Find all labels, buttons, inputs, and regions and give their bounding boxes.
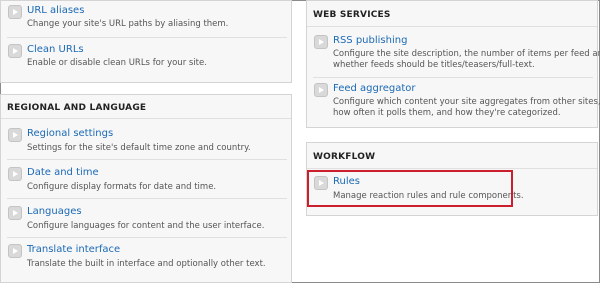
admin-item-translate-interface[interactable]: Translate interface Translate the built … bbox=[8, 244, 288, 270]
panel-title: WORKFLOW bbox=[313, 152, 376, 162]
regional-language-panel: REGIONAL AND LANGUAGE Regional settings … bbox=[0, 94, 292, 283]
chevron-right-icon bbox=[8, 5, 22, 19]
chevron-right-icon bbox=[8, 44, 22, 58]
item-divider bbox=[7, 37, 287, 38]
admin-item-date-time[interactable]: Date and time Configure display formats … bbox=[8, 167, 288, 193]
admin-item-regional-settings[interactable]: Regional settings Settings for the site'… bbox=[8, 128, 288, 154]
chevron-right-icon bbox=[8, 206, 22, 220]
item-divider bbox=[7, 237, 287, 238]
admin-item-languages[interactable]: Languages Configure languages for conten… bbox=[8, 206, 288, 232]
rss-publishing-description-cont: whether feeds should be titles/teasers/f… bbox=[333, 60, 535, 70]
title-divider bbox=[1, 118, 291, 119]
date-time-description: Configure display formats for date and t… bbox=[27, 182, 217, 192]
chevron-right-icon bbox=[314, 35, 328, 49]
rss-publishing-link[interactable]: RSS publishing bbox=[333, 35, 407, 46]
feed-aggregator-description-cont: how often it polls them, and how they're… bbox=[333, 108, 561, 118]
chevron-right-icon bbox=[8, 244, 22, 258]
url-aliases-description: Change your site's URL paths by aliasing… bbox=[27, 19, 229, 29]
item-divider bbox=[7, 159, 287, 160]
title-divider bbox=[307, 26, 597, 27]
chevron-right-icon bbox=[314, 83, 328, 97]
clean-urls-link[interactable]: Clean URLs bbox=[27, 44, 84, 55]
chevron-right-icon bbox=[8, 128, 22, 142]
web-services-panel: WEB SERVICES RSS publishing Configure th… bbox=[306, 0, 600, 128]
admin-item-rss-publishing[interactable]: RSS publishing Configure the site descri… bbox=[314, 35, 600, 71]
admin-item-feed-aggregator[interactable]: Feed aggregator Configure which content … bbox=[314, 83, 600, 119]
clean-urls-description: Enable or disable clean URLs for your si… bbox=[27, 58, 207, 68]
url-aliases-link[interactable]: URL aliases bbox=[27, 5, 84, 16]
title-divider bbox=[307, 168, 597, 169]
translate-interface-description: Translate the built in interface and opt… bbox=[27, 259, 266, 269]
languages-link[interactable]: Languages bbox=[27, 206, 82, 217]
regional-settings-link[interactable]: Regional settings bbox=[27, 128, 113, 139]
item-divider bbox=[7, 198, 287, 199]
regional-settings-description: Settings for the site's default time zon… bbox=[27, 143, 251, 153]
item-divider bbox=[313, 77, 593, 78]
rules-highlight-box bbox=[307, 170, 513, 207]
chevron-right-icon bbox=[8, 167, 22, 181]
panel-title: REGIONAL AND LANGUAGE bbox=[7, 103, 147, 113]
date-time-link[interactable]: Date and time bbox=[27, 167, 99, 178]
panel-title: WEB SERVICES bbox=[313, 10, 391, 20]
languages-description: Configure languages for content and the … bbox=[27, 221, 265, 231]
admin-item-url-aliases[interactable]: URL aliases Change your site's URL paths… bbox=[8, 5, 288, 31]
translate-interface-link[interactable]: Translate interface bbox=[27, 244, 120, 255]
url-settings-panel: URL aliases Change your site's URL paths… bbox=[0, 0, 292, 83]
admin-item-clean-urls[interactable]: Clean URLs Enable or disable clean URLs … bbox=[8, 44, 288, 70]
feed-aggregator-link[interactable]: Feed aggregator bbox=[333, 83, 416, 94]
